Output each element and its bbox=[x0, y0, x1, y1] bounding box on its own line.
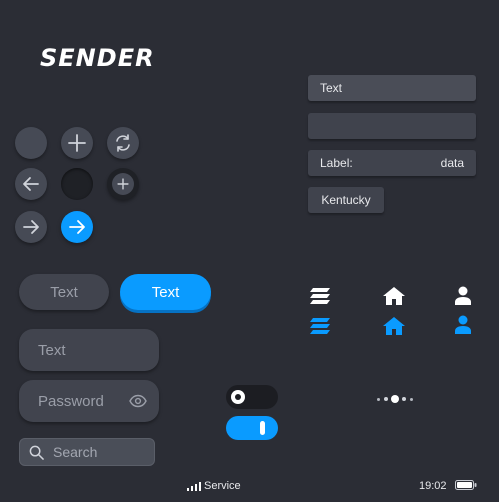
home-icon[interactable] bbox=[383, 287, 405, 305]
layers-icon[interactable] bbox=[310, 317, 332, 335]
back-round-button[interactable] bbox=[15, 168, 47, 200]
plus-icon bbox=[117, 178, 129, 190]
forward-primary-button[interactable] bbox=[61, 211, 93, 243]
add-round-button[interactable] bbox=[61, 127, 93, 159]
password-input-placeholder: Password bbox=[38, 392, 104, 410]
user-icon[interactable] bbox=[455, 286, 471, 305]
primary-button[interactable]: Text bbox=[120, 274, 211, 310]
pressed-round-button[interactable] bbox=[61, 168, 93, 200]
text-input[interactable]: Text bbox=[19, 329, 159, 371]
chip-label: Kentucky bbox=[321, 193, 371, 207]
text-input-placeholder: Text bbox=[38, 341, 66, 359]
text-field-value: Text bbox=[320, 81, 343, 95]
arrow-right-icon bbox=[23, 220, 39, 234]
toggle-off[interactable] bbox=[226, 385, 278, 409]
search-placeholder: Search bbox=[53, 444, 98, 460]
page-indicator[interactable] bbox=[377, 395, 417, 403]
logo: SENDER bbox=[40, 44, 155, 72]
eye-icon[interactable] bbox=[129, 394, 147, 408]
arrow-right-icon bbox=[69, 220, 85, 234]
text-field[interactable]: Text bbox=[308, 75, 476, 101]
add-small-round-button[interactable] bbox=[107, 168, 139, 200]
empty-field[interactable] bbox=[308, 113, 476, 139]
field-label: Label: bbox=[320, 156, 353, 170]
arrow-left-icon bbox=[23, 177, 39, 191]
status-bar-left: Service bbox=[187, 480, 241, 492]
refresh-icon bbox=[116, 134, 130, 152]
toggle-on[interactable] bbox=[226, 416, 278, 440]
refresh-round-button[interactable] bbox=[107, 127, 139, 159]
field-value: data bbox=[440, 156, 464, 170]
password-input[interactable]: Password bbox=[19, 380, 159, 422]
user-icon[interactable] bbox=[455, 315, 471, 334]
label-data-field[interactable]: Label: data bbox=[308, 150, 476, 176]
home-icon[interactable] bbox=[383, 317, 405, 335]
plus-icon bbox=[68, 134, 86, 152]
battery-icon bbox=[455, 480, 477, 490]
search-input[interactable]: Search bbox=[19, 438, 155, 466]
empty-round-button[interactable] bbox=[15, 127, 47, 159]
search-icon bbox=[29, 445, 44, 460]
time-label: 19:02 bbox=[419, 480, 447, 492]
carrier-label: Service bbox=[204, 480, 241, 492]
chip-button[interactable]: Kentucky bbox=[308, 187, 384, 213]
secondary-button[interactable]: Text bbox=[19, 274, 109, 310]
toggle-knob bbox=[260, 421, 265, 435]
signal-icon bbox=[187, 481, 201, 491]
toggle-knob bbox=[231, 390, 245, 404]
forward-round-button[interactable] bbox=[15, 211, 47, 243]
layers-icon[interactable] bbox=[310, 287, 332, 305]
